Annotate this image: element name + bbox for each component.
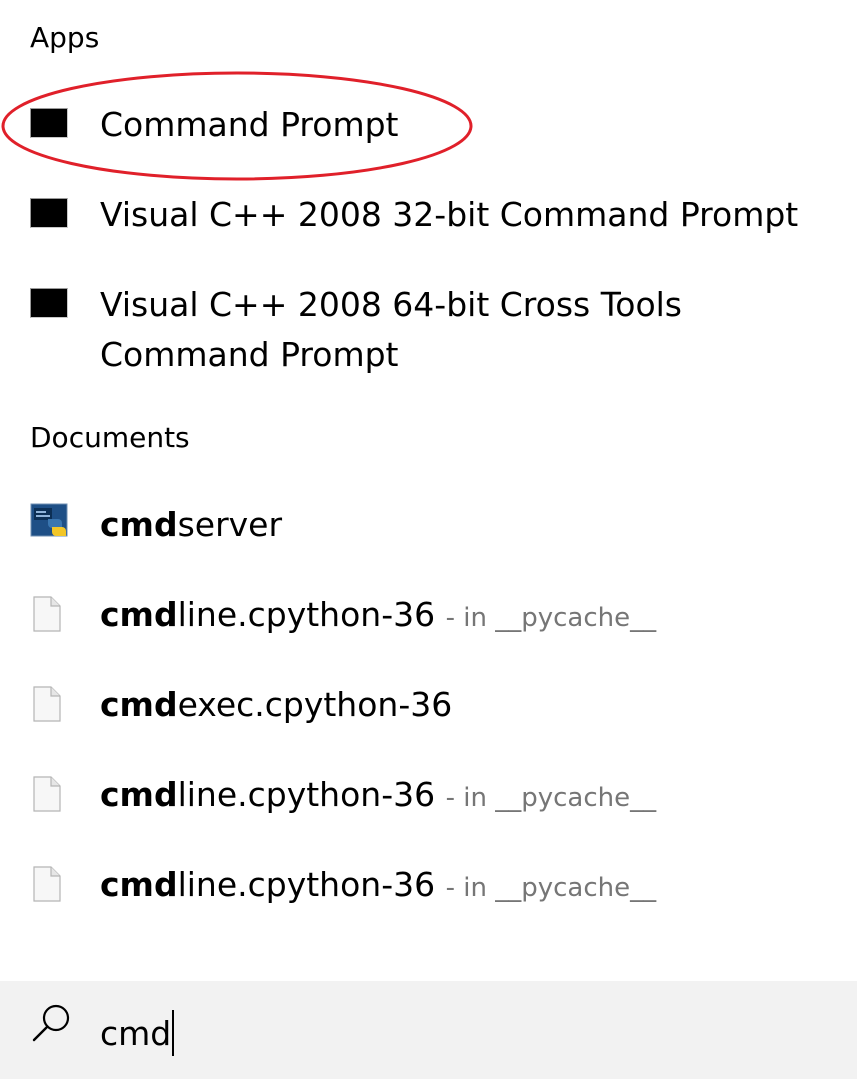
document-result-cmdline-1[interactable]: cmdline.cpython-36 - in __pycache__ xyxy=(0,590,857,640)
document-result-cmdline-3[interactable]: cmdline.cpython-36 - in __pycache__ xyxy=(0,860,857,910)
app-result-vc-32bit-prompt[interactable]: Visual C++ 2008 32-bit Command Prompt xyxy=(0,190,857,240)
app-result-label-line2: Command Prompt xyxy=(100,335,399,374)
text-caret xyxy=(172,1009,175,1056)
name-rest-text: line.cpython-36 xyxy=(177,865,436,904)
document-icon xyxy=(30,596,62,632)
location-text: - in __pycache__ xyxy=(445,603,657,633)
name-rest-text: line.cpython-36 xyxy=(177,775,436,814)
apps-section-header: Apps xyxy=(30,21,100,54)
document-result-label: cmdexec.cpython-36 xyxy=(100,680,452,730)
app-result-label: Visual C++ 2008 32-bit Command Prompt xyxy=(100,195,799,234)
document-result-cmdexec[interactable]: cmdexec.cpython-36 xyxy=(0,680,857,730)
document-result-label: cmdline.cpython-36 - in __pycache__ xyxy=(100,770,656,823)
match-text: cmd xyxy=(100,685,178,724)
name-rest-text: line.cpython-36 xyxy=(177,595,436,634)
documents-section-header: Documents xyxy=(30,421,190,454)
search-bar[interactable]: cmd xyxy=(0,981,857,1079)
match-text: cmd xyxy=(100,505,178,544)
app-result-label: Command Prompt xyxy=(100,105,399,144)
search-icon xyxy=(28,998,76,1050)
search-input-value: cmd xyxy=(100,1014,172,1053)
match-text: cmd xyxy=(100,865,178,904)
app-result-command-prompt[interactable]: Command Prompt xyxy=(0,100,857,150)
document-result-label: cmdserver xyxy=(100,500,282,550)
document-result-label: cmdline.cpython-36 - in __pycache__ xyxy=(100,590,656,643)
name-rest-text: exec.cpython-36 xyxy=(177,685,453,724)
search-input[interactable]: cmd xyxy=(100,1009,175,1059)
document-icon xyxy=(30,866,62,902)
command-prompt-icon xyxy=(30,288,68,318)
document-result-cmdserver[interactable]: cmdserver xyxy=(0,500,857,550)
name-rest-text: server xyxy=(177,505,283,544)
command-prompt-icon xyxy=(30,108,68,138)
command-prompt-icon xyxy=(30,198,68,228)
location-text: - in __pycache__ xyxy=(445,783,657,813)
document-icon xyxy=(30,776,62,812)
start-search-results: Apps Command Prompt Visual C++ 2008 32-b… xyxy=(0,0,857,1079)
app-result-label-line1: Visual C++ 2008 64-bit Cross Tools xyxy=(100,285,682,324)
document-result-label: cmdline.cpython-36 - in __pycache__ xyxy=(100,860,656,913)
location-text: - in __pycache__ xyxy=(445,873,657,903)
python-file-icon xyxy=(30,503,70,545)
match-text: cmd xyxy=(100,595,178,634)
match-text: cmd xyxy=(100,775,178,814)
app-result-vc-64bit-cross-prompt[interactable]: Visual C++ 2008 64-bit Cross Tools Comma… xyxy=(0,280,857,380)
document-result-cmdline-2[interactable]: cmdline.cpython-36 - in __pycache__ xyxy=(0,770,857,820)
document-icon xyxy=(30,686,62,722)
